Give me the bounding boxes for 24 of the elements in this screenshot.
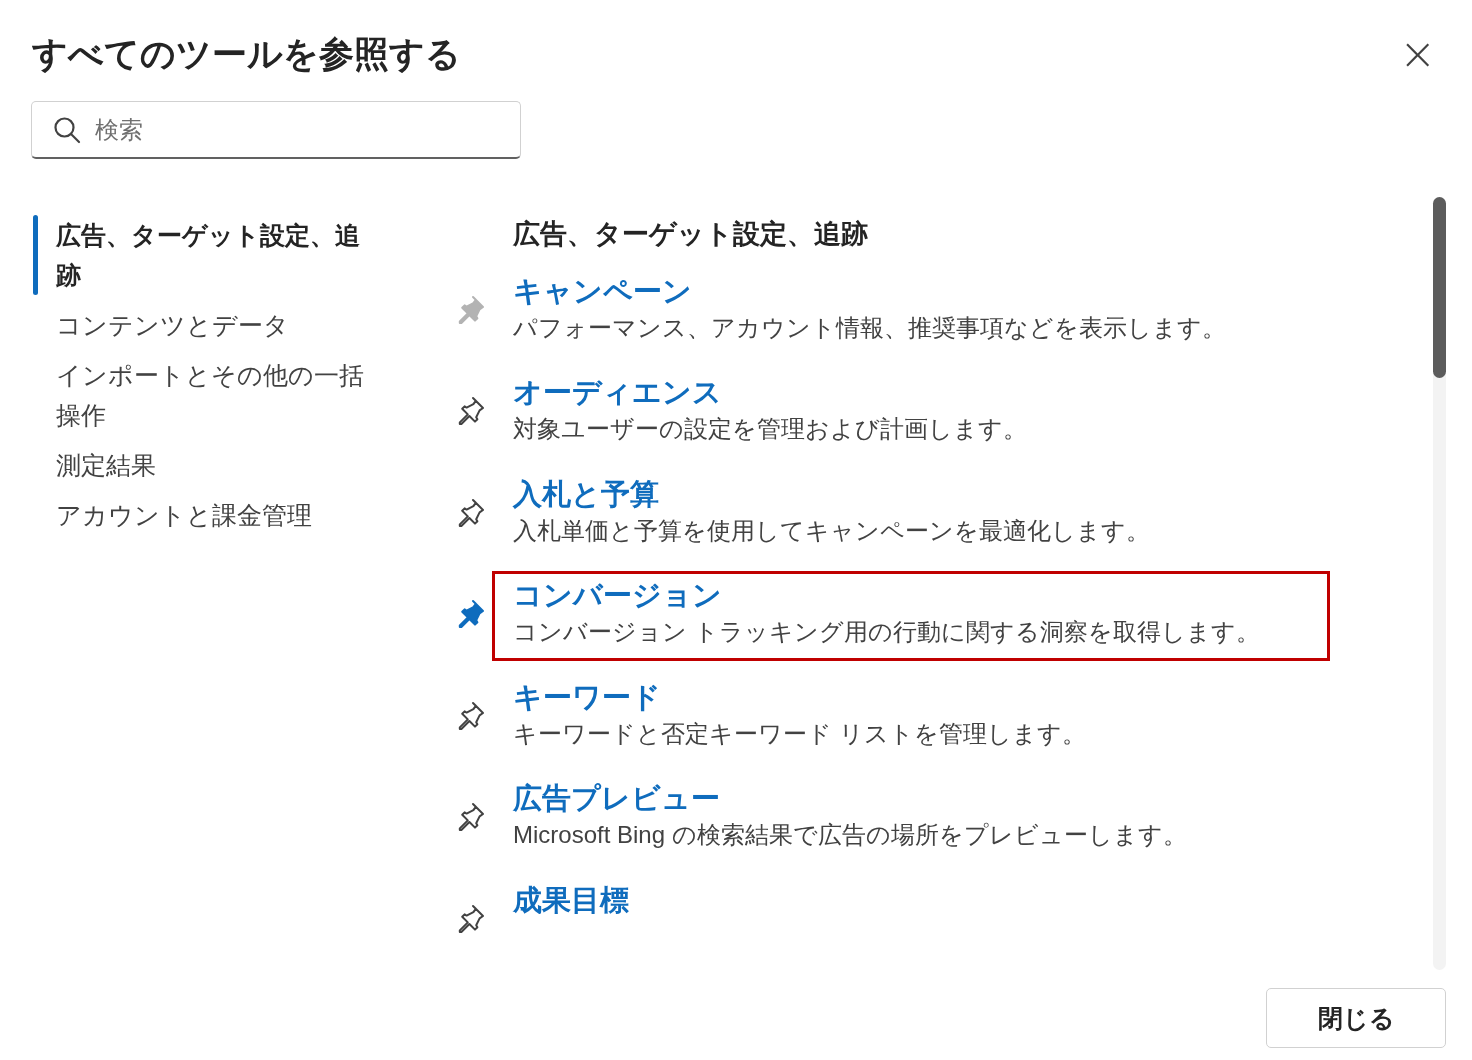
dialog-title: すべてのツールを参照する xyxy=(32,32,461,75)
sidebar-item[interactable]: 測定結果 xyxy=(56,445,376,485)
sidebar-item[interactable]: アカウントと課金管理 xyxy=(56,495,376,535)
tool-description: 対象ユーザーの設定を管理および計画します。 xyxy=(513,414,1028,445)
tool-description: キーワードと否定キーワード リストを管理します。 xyxy=(513,718,1087,749)
search-icon xyxy=(53,116,81,144)
tool-description: Microsoft Bing の検索結果で広告の場所をプレビューします。 xyxy=(513,820,1188,851)
tool-link[interactable]: 広告プレビュー xyxy=(513,779,720,818)
sidebar-item[interactable]: 広告、ターゲット設定、追跡 xyxy=(56,215,376,295)
sidebar-item[interactable]: インポートとその他の一括操作 xyxy=(56,355,376,435)
tool-link[interactable]: キーワード xyxy=(513,677,661,716)
tool-link[interactable]: 入札と予算 xyxy=(513,474,659,513)
tool-link[interactable]: コンバージョン xyxy=(513,576,722,615)
sidebar-item[interactable]: コンテンツとデータ xyxy=(56,305,376,345)
tool-description: 入札単価と予算を使用してキャンペーンを最適化します。 xyxy=(513,515,1151,546)
tool-description: パフォーマンス、アカウント情報、推奨事項などを表示します。 xyxy=(513,313,1227,343)
scrollbar[interactable] xyxy=(1433,197,1446,970)
close-dialog-button[interactable]: 閉じる xyxy=(1266,988,1446,1048)
section-heading: 広告、ターゲット設定、追跡 xyxy=(513,218,869,251)
tool-description: コンバージョン トラッキング用の行動に関する洞察を取得します。 xyxy=(513,617,1261,648)
search-field[interactable]: 検索 xyxy=(31,101,521,159)
tool-link[interactable]: 成果目標 xyxy=(513,880,629,919)
close-button[interactable]: × xyxy=(1393,32,1442,76)
tool-link[interactable]: オーディエンス xyxy=(513,373,722,412)
